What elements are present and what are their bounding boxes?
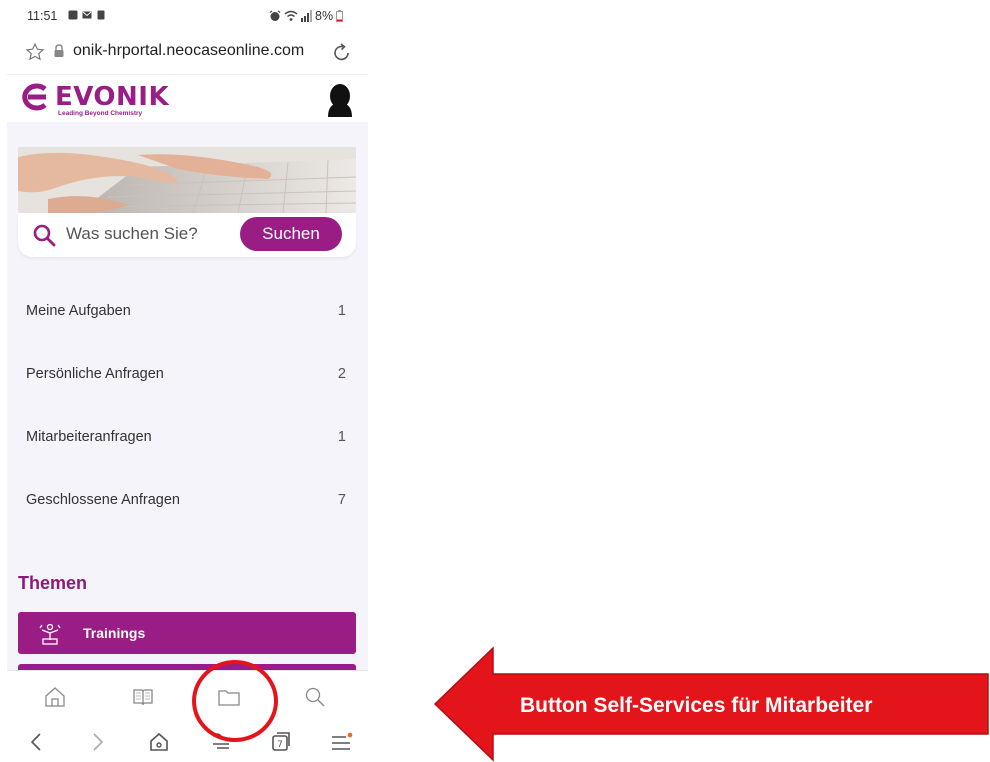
list-item-personal-requests[interactable]: Persönliche Anfragen 2 bbox=[7, 346, 368, 406]
search-icon[interactable] bbox=[303, 685, 327, 709]
search-input[interactable] bbox=[66, 219, 236, 249]
main-content: Suchen Meine Aufgaben 1 Persönliche Anfr… bbox=[7, 122, 368, 672]
battery-icon bbox=[336, 10, 344, 22]
list-item-count: 2 bbox=[337, 366, 346, 382]
list-item-label: Persönliche Anfragen bbox=[26, 366, 164, 382]
home-icon[interactable] bbox=[43, 685, 67, 709]
url-bar[interactable]: onik-hrportal.neocaseonline.com bbox=[7, 34, 368, 74]
list-item-label: Mitarbeiteranfragen bbox=[26, 429, 152, 445]
alarm-icon bbox=[269, 10, 281, 21]
forward-icon[interactable] bbox=[85, 730, 109, 754]
search-button[interactable]: Suchen bbox=[240, 217, 342, 251]
site-header: EVONIK Leading Beyond Chemistry bbox=[7, 74, 368, 122]
list-item-label: Geschlossene Anfragen bbox=[26, 492, 180, 508]
search-icon bbox=[33, 224, 56, 247]
reload-icon[interactable] bbox=[331, 42, 353, 64]
logo-text: EVONIK bbox=[55, 82, 170, 112]
book-icon[interactable] bbox=[131, 685, 155, 709]
list-item-my-tasks[interactable]: Meine Aufgaben 1 bbox=[7, 283, 368, 343]
back-icon[interactable] bbox=[25, 730, 49, 754]
hero-image bbox=[18, 147, 356, 213]
bottom-toolbar bbox=[7, 670, 368, 720]
callout-text: Button Self-Services für Mitarbeiter bbox=[520, 694, 873, 717]
list-item-count: 1 bbox=[337, 429, 346, 445]
phone-screen: 11:51 8% onik-hrportal.neocaseonline.com… bbox=[7, 0, 368, 762]
signal-icon bbox=[301, 10, 312, 22]
star-icon[interactable] bbox=[25, 42, 45, 62]
training-icon bbox=[39, 623, 61, 645]
mail-icon bbox=[82, 11, 92, 19]
avatar[interactable] bbox=[325, 83, 355, 117]
themes-heading: Themen bbox=[18, 573, 88, 593]
search-box: Suchen bbox=[18, 213, 356, 257]
evonik-logo-icon bbox=[22, 83, 47, 111]
home-icon[interactable] bbox=[147, 730, 171, 754]
menu-icon[interactable] bbox=[329, 730, 353, 754]
list-item-label: Meine Aufgaben bbox=[26, 303, 131, 319]
list-item-count: 7 bbox=[337, 492, 346, 508]
notification-icon bbox=[97, 10, 105, 20]
topic-trainings-label: Trainings bbox=[83, 625, 146, 641]
lock-icon bbox=[54, 44, 64, 57]
logo-tagline: Leading Beyond Chemistry bbox=[58, 110, 143, 117]
status-time: 11:51 bbox=[27, 9, 58, 23]
list-item-count: 1 bbox=[337, 303, 346, 319]
tabs-count: 7 bbox=[277, 740, 283, 750]
wifi-icon bbox=[284, 10, 298, 21]
tabs-icon[interactable]: 7 bbox=[269, 730, 293, 754]
list-item-closed-requests[interactable]: Geschlossene Anfragen 7 bbox=[7, 472, 368, 532]
status-bar: 11:51 8% bbox=[7, 0, 368, 32]
highlight-circle bbox=[192, 660, 278, 742]
status-right: 8% bbox=[269, 9, 344, 23]
browser-nav-bar: 7 bbox=[7, 722, 368, 762]
gallery-icon bbox=[68, 10, 78, 20]
list-item-employee-requests[interactable]: Mitarbeiteranfragen 1 bbox=[7, 409, 368, 469]
evonik-logo[interactable]: EVONIK bbox=[19, 83, 169, 111]
url-text[interactable]: onik-hrportal.neocaseonline.com bbox=[73, 42, 304, 60]
battery-percent: 8% bbox=[315, 9, 334, 23]
topic-trainings[interactable]: Trainings bbox=[18, 612, 356, 654]
